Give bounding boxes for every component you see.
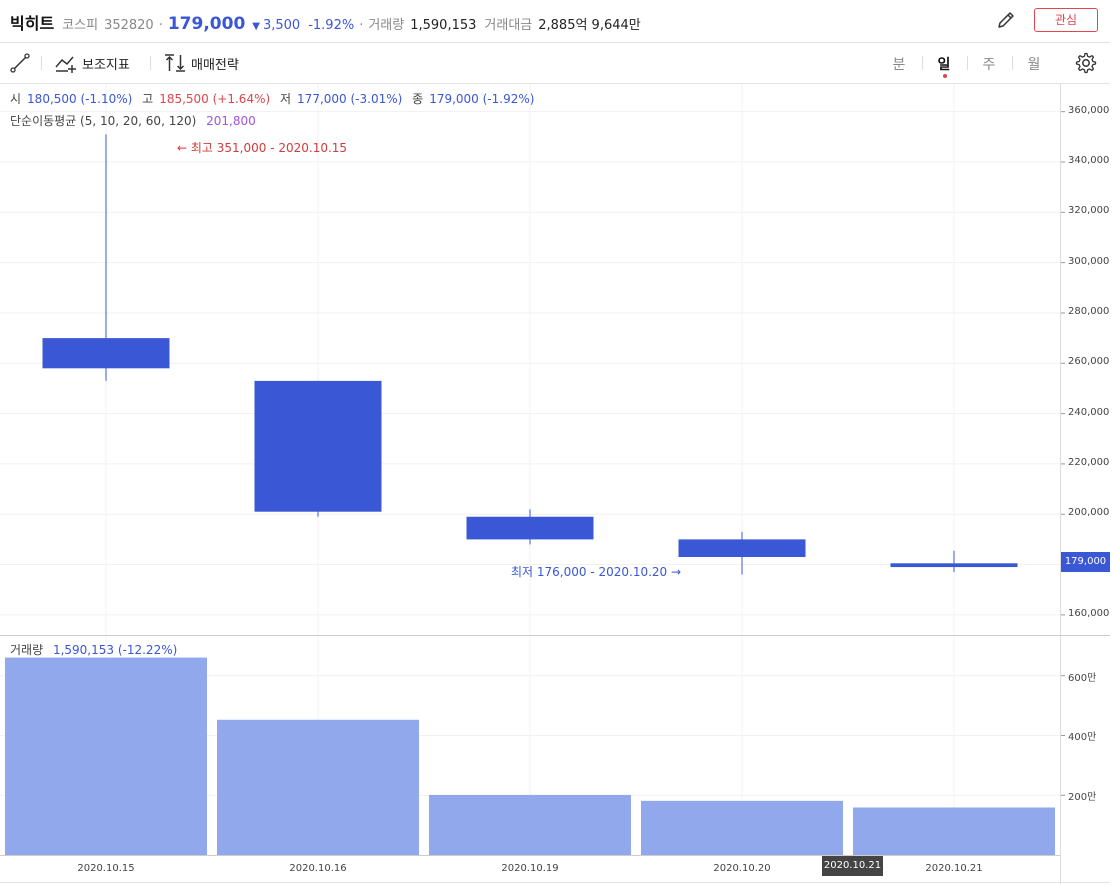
close-value: 179,000 (-1.92%) <box>429 92 535 106</box>
price-volume-chart[interactable] <box>0 0 1112 886</box>
open-label: 시 <box>10 92 22 106</box>
low-value: 177,000 (-3.01%) <box>297 92 403 106</box>
price-axis-label: 160,000 <box>1068 607 1110 619</box>
high-annotation: ← 최고 351,000 - 2020.10.15 <box>177 141 348 155</box>
ohlc-info: 시 180,500 (-1.10%) 고 185,500 (+1.64%) 저 177… <box>10 90 540 107</box>
price-axis-label: 360,000 <box>1068 104 1110 116</box>
date-axis-label: 2020.10.19 <box>501 863 559 874</box>
volume-bar <box>5 657 207 855</box>
selected-date-tag: 2020.10.21 <box>822 856 883 876</box>
volume-bar <box>429 794 631 855</box>
moving-average-info: 단순이동평균 (5, 10, 20, 60, 120) 201,800 <box>10 112 256 129</box>
volume-bar <box>641 800 843 855</box>
current-price-tag: 179,000 <box>1061 552 1110 572</box>
ma-label: 단순이동평균 (5, 10, 20, 60, 120) <box>10 114 197 128</box>
candle-body <box>466 516 594 540</box>
price-axis-label: 220,000 <box>1068 456 1110 468</box>
candle-body <box>890 563 1018 568</box>
y-axis-line <box>1060 84 1061 884</box>
volume-axis-label: 200만 <box>1068 792 1097 804</box>
volume-info: 거래량 1,590,153 (-12.22%) <box>10 641 177 658</box>
high-label: 고 <box>142 92 154 106</box>
price-axis-label: 280,000 <box>1068 305 1110 317</box>
volume-bar <box>853 807 1055 855</box>
close-label: 종 <box>412 92 424 106</box>
low-label: 저 <box>280 92 292 106</box>
candle-body <box>42 338 170 369</box>
date-axis-label: 2020.10.21 <box>925 863 983 874</box>
low-annotation: 최저 176,000 - 2020.10.20 → <box>511 565 682 579</box>
high-value: 185,500 (+1.64%) <box>159 92 271 106</box>
price-axis-label: 300,000 <box>1068 255 1110 267</box>
ma-value: 201,800 <box>206 114 256 128</box>
date-axis-label: 2020.10.16 <box>289 863 347 874</box>
candle-body <box>254 380 382 512</box>
volume-bar <box>217 719 419 855</box>
date-axis-label: 2020.10.20 <box>713 863 771 874</box>
price-axis-label: 240,000 <box>1068 406 1110 418</box>
volume-axis-label: 400만 <box>1068 732 1097 744</box>
candle-body <box>678 539 806 558</box>
price-axis-label: 260,000 <box>1068 356 1110 368</box>
bottom-border <box>0 882 1110 883</box>
x-axis-line <box>0 855 1060 856</box>
open-value: 180,500 (-1.10%) <box>27 92 133 106</box>
volume-panel-label: 거래량 <box>10 643 44 657</box>
date-axis-label: 2020.10.15 <box>77 863 135 874</box>
price-axis-label: 340,000 <box>1068 154 1110 166</box>
panel-divider[interactable] <box>0 635 1110 636</box>
volume-axis-label: 600만 <box>1068 672 1097 684</box>
price-axis-label: 200,000 <box>1068 507 1110 519</box>
price-axis-label: 320,000 <box>1068 205 1110 217</box>
volume-panel-value: 1,590,153 (-12.22%) <box>52 643 178 657</box>
